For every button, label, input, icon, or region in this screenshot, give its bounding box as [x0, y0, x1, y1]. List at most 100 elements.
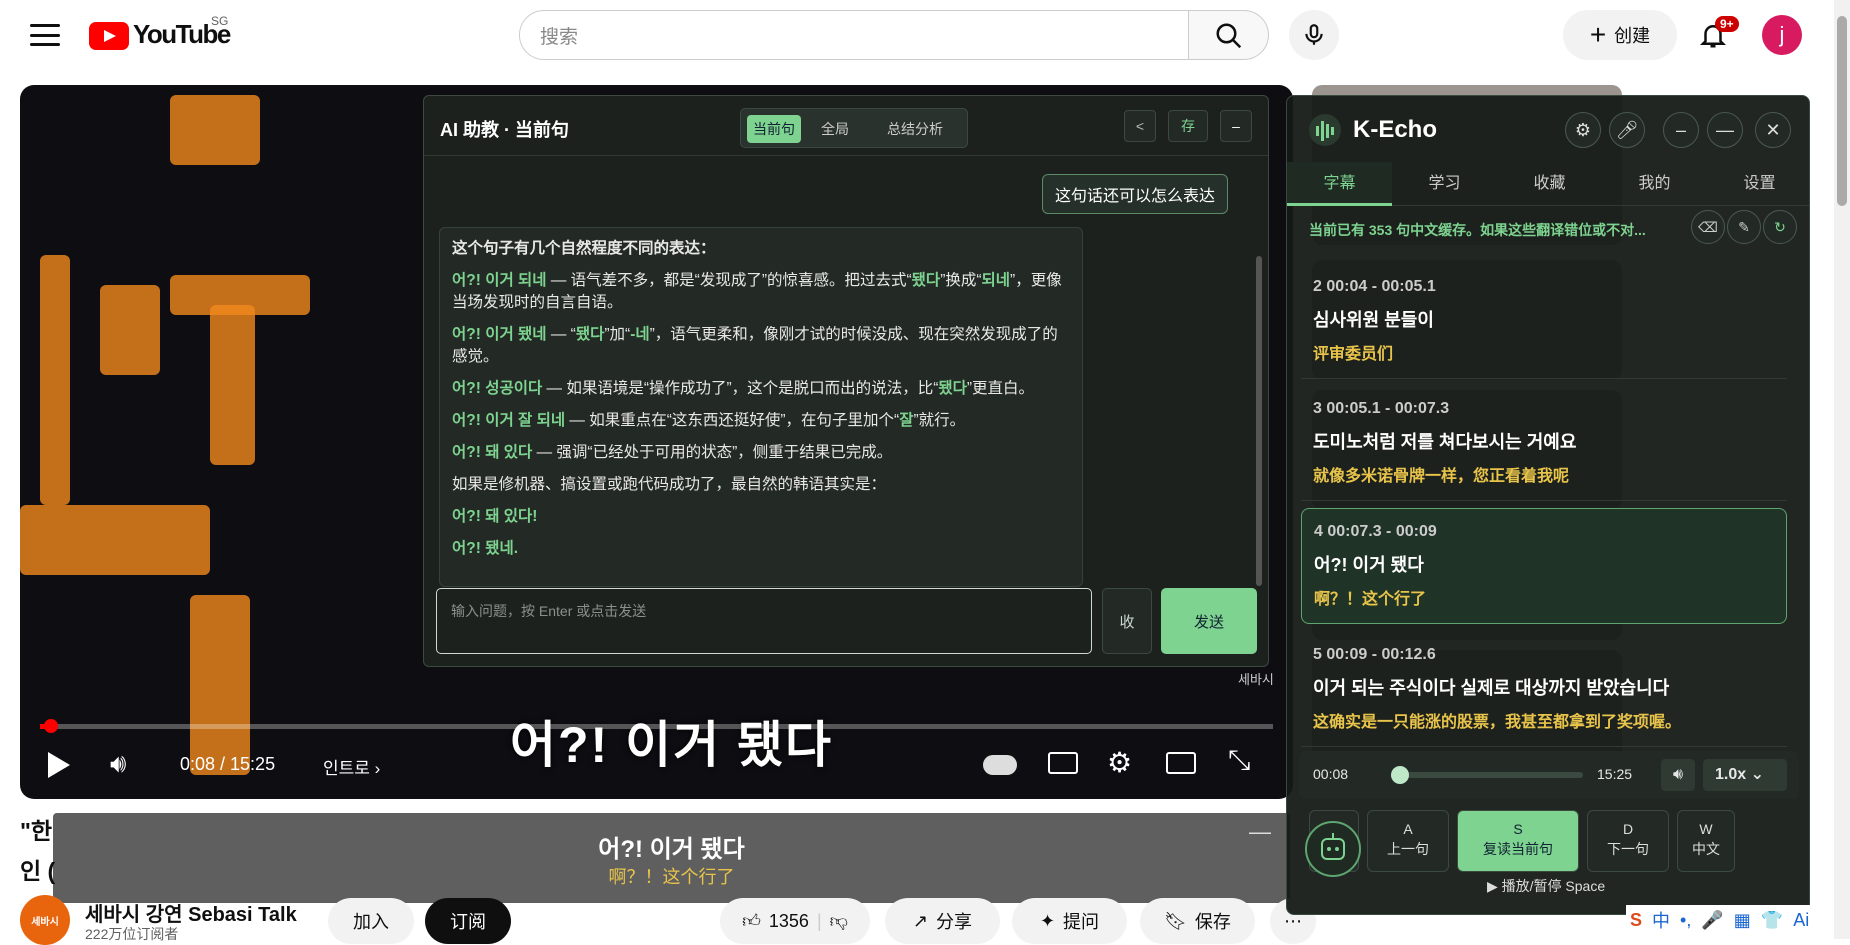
search-button[interactable]	[1189, 10, 1269, 60]
volume-icon[interactable]: 🔊︎	[110, 748, 126, 780]
speed-select[interactable]: 1.0x ⌄	[1703, 759, 1787, 791]
mini-progress-handle[interactable]	[1391, 766, 1409, 784]
repeat-current-button[interactable]: S 复读当前句	[1457, 810, 1579, 872]
autoplay-toggle[interactable]	[983, 755, 1017, 775]
send-button[interactable]: 发送	[1161, 588, 1257, 654]
kecho-collapse-button[interactable]: —	[1707, 112, 1743, 148]
save-button[interactable]: 存	[1168, 110, 1208, 142]
back-button[interactable]: <	[1124, 110, 1156, 142]
sparkle-icon: ✦	[1039, 910, 1056, 931]
ai-tab-group: 当前句 全局 总结分析	[740, 108, 968, 148]
voice-search-button[interactable]	[1289, 10, 1339, 60]
tab-study[interactable]: 学习	[1392, 162, 1497, 206]
answer-item-text: — 如果语境是“操作成功了”，这个是脱口而出的说法，比“	[542, 380, 939, 397]
ime-logo-icon[interactable]: S	[1630, 910, 1642, 931]
ime-skin-icon[interactable]: 👕	[1761, 910, 1783, 931]
key-d: D	[1622, 821, 1634, 837]
answer-item-text: — 语气差不多，都是“发现成了”的惊喜感。把过去式“	[546, 272, 912, 289]
video-background-shape	[190, 595, 250, 775]
subtitle-cue[interactable]: 3 00:05.1 - 00:07.3 도미노처럼 저를 쳐다보시는 거예요 就…	[1301, 386, 1787, 501]
theater-icon[interactable]	[1166, 752, 1196, 774]
ime-punct-icon[interactable]: •,	[1680, 910, 1691, 931]
chinese-toggle-button[interactable]: W 中文	[1677, 810, 1735, 872]
answer-item-korean: 되네	[981, 272, 1011, 289]
search-input[interactable]: 搜索	[519, 10, 1189, 60]
cue-chinese: 啊？！这个行了	[1314, 591, 1427, 608]
ime-voice-icon[interactable]: 🎤	[1701, 910, 1723, 931]
page-scrollbar-thumb[interactable]	[1837, 16, 1847, 206]
video-progress-bar[interactable]	[40, 724, 1273, 729]
refresh-icon[interactable]: ↻	[1763, 210, 1797, 244]
account-avatar[interactable]: j	[1762, 15, 1802, 55]
cue-time: 3 00:05.1 - 00:07.3	[1313, 400, 1450, 417]
channel-name[interactable]: 세바시 강연 Sebasi Talk	[85, 898, 297, 927]
prev-sentence-button[interactable]: A 上一句	[1367, 810, 1449, 872]
ask-button[interactable]: ✦ 提问	[1012, 898, 1127, 944]
time-display: 0:08 / 15:25	[180, 754, 276, 774]
subtitle-cue[interactable]: 5 00:09 - 00:12.6 이거 되는 주식이다 실제로 대상까지 받았…	[1301, 632, 1787, 747]
ime-keyboard-icon[interactable]: ▦	[1734, 910, 1751, 931]
menu-icon[interactable]	[30, 24, 60, 46]
answer-item: 어?! 이거 되네 — 语气差不多，都是“发现成了”的惊喜感。把过去式“됐다”换…	[452, 270, 1070, 314]
settings-icon[interactable]: ⚙	[1107, 746, 1132, 779]
fullscreen-icon[interactable]: ⤡	[1228, 744, 1250, 777]
kecho-close-button[interactable]: ✕	[1755, 112, 1791, 148]
share-button[interactable]: ↗ 分享	[885, 898, 1000, 944]
collapse-button[interactable]: 收	[1102, 588, 1152, 654]
thumbs-down-icon[interactable]: 👎︎	[830, 910, 848, 932]
folder-settings-icon[interactable]: ⚙	[1565, 112, 1601, 148]
video-subtitle: 어?! 이거 됐다	[510, 717, 833, 773]
key-w: W	[1699, 821, 1713, 837]
tab-mine[interactable]: 我的	[1602, 162, 1707, 206]
answer-item-text: ”更直白。	[966, 380, 1035, 397]
tab-favorites[interactable]: 收藏	[1497, 162, 1602, 206]
ime-ai-icon[interactable]: Ai	[1793, 910, 1809, 931]
like-count[interactable]: 1356	[769, 911, 809, 932]
robot-assistant-icon[interactable]	[1305, 821, 1361, 877]
kecho-mic-icon[interactable]: 🎤︎	[1609, 112, 1645, 148]
answer-item-korean: 어?! 이거 잘 되네	[452, 412, 566, 429]
ai-scrollbar[interactable]	[1256, 256, 1262, 586]
video-progress-handle[interactable]	[44, 719, 58, 733]
play-pause-hint[interactable]: ▶ 播放/暂停 Space	[1487, 876, 1605, 896]
caption-korean: 어?! 이거 됐다	[598, 836, 745, 863]
ai-assistant-panel: AI 助教 · 当前句 当前句 全局 总结分析 < 存 – 这句话还可以怎么表达…	[423, 95, 1269, 667]
question-input[interactable]: 输入问题，按 Enter 或点击发送	[436, 588, 1092, 654]
tab-subtitles[interactable]: 字幕	[1287, 162, 1392, 206]
channel-avatar[interactable]: 세바시	[20, 895, 70, 945]
edit-icon[interactable]: ✎	[1727, 210, 1761, 244]
kecho-logo-icon	[1309, 114, 1341, 146]
tab-global[interactable]: 全局	[805, 115, 865, 143]
region-label: SG	[211, 14, 229, 28]
tab-current-sentence[interactable]: 当前句	[747, 115, 801, 143]
kecho-minimize-button[interactable]: –	[1663, 112, 1699, 148]
tab-settings[interactable]: 设置	[1707, 162, 1809, 206]
answer-item-text: — “	[546, 326, 576, 343]
mini-volume-icon[interactable]: 🔊︎	[1661, 759, 1695, 791]
play-button[interactable]	[48, 752, 70, 778]
answer-item-korean: 어?! 이거 되네	[452, 272, 547, 289]
captions-icon[interactable]	[1048, 752, 1078, 774]
next-sentence-button[interactable]: D 下一句	[1587, 810, 1669, 872]
ime-mode[interactable]: 中	[1652, 907, 1670, 933]
create-button[interactable]: + 创建	[1563, 10, 1677, 60]
subtitle-cue[interactable]: 2 00:04 - 00:05.1 심사위원 분들이 评审委员们	[1301, 264, 1787, 379]
speed-value: 1.0x	[1715, 766, 1747, 783]
ai-panel-header: AI 助教 · 当前句 当前句 全局 总结分析 < 存 –	[424, 96, 1268, 156]
subtitle-cue-active[interactable]: 4 00:07.3 - 00:09 어?! 이거 됐다 啊？！这个行了	[1301, 508, 1787, 624]
youtube-logo-icon[interactable]	[89, 22, 129, 50]
caption-minimize-button[interactable]: —	[1249, 819, 1271, 845]
chapter-label[interactable]: 인트로 ›	[323, 754, 380, 779]
minimize-button[interactable]: –	[1220, 110, 1252, 142]
subscribe-button[interactable]: 订阅	[425, 898, 511, 944]
tab-summary[interactable]: 总结分析	[867, 115, 963, 143]
key-d-label: 下一句	[1607, 841, 1649, 857]
thumbs-up-icon[interactable]: 👍︎	[742, 910, 761, 932]
answer-item-korean: -네	[630, 326, 650, 343]
kecho-tabs: 字幕 学习 收藏 我的 设置	[1287, 162, 1809, 206]
eraser-icon[interactable]: ⌫	[1691, 210, 1725, 244]
mini-progress-bar[interactable]	[1391, 772, 1583, 778]
save-video-button[interactable]: 🔖︎ 保存	[1140, 898, 1255, 944]
mic-icon	[1305, 24, 1323, 45]
join-button[interactable]: 加入	[328, 898, 414, 944]
